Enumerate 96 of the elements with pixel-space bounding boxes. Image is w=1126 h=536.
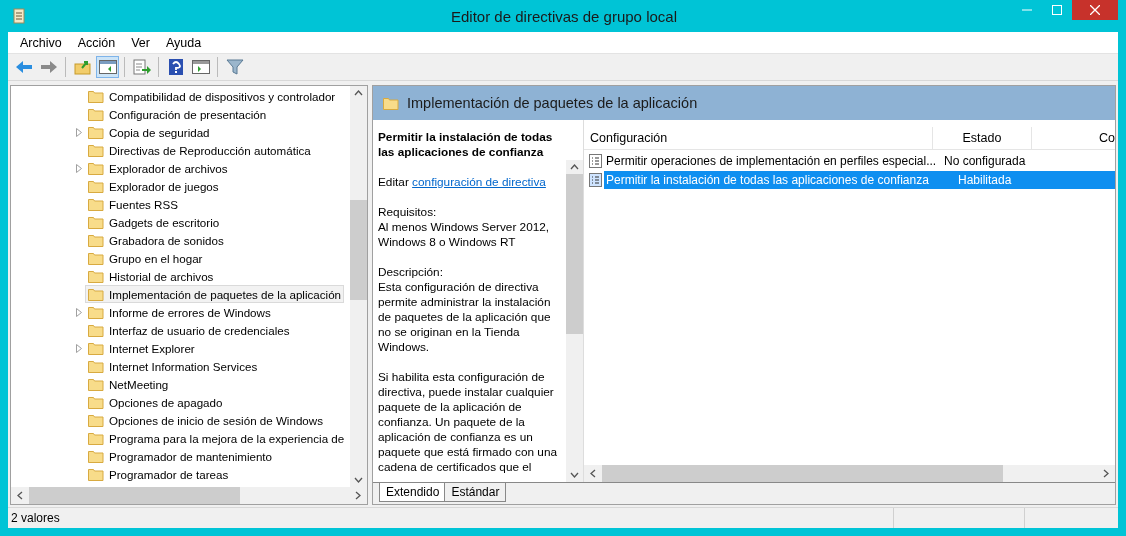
description-text: Si habilita esta configuración de directiva, puede instalar cualquier paquete de la aplicación de confianza. Un paquete de la aplicación de confianza es un paquete que está firmado con una cadena de certificados que el bbox=[378, 370, 559, 475]
tree-item[interactable]: Compatibilidad de dispositivos y controlador bbox=[85, 87, 339, 105]
scrollbar[interactable] bbox=[11, 487, 367, 504]
tree-item[interactable]: Directivas de Reproducción automática bbox=[85, 141, 314, 159]
folder-icon bbox=[88, 215, 104, 229]
app-icon bbox=[12, 8, 26, 24]
setting-name: Permitir la instalación de todas las aplicaciones de confianza bbox=[605, 172, 930, 187]
folder-icon bbox=[88, 287, 104, 301]
menu-item[interactable]: Archivo bbox=[12, 35, 70, 50]
close-button[interactable] bbox=[1072, 0, 1118, 20]
tree-item[interactable]: Programador de mantenimiento bbox=[85, 447, 276, 465]
policy-settings-link[interactable]: configuración de directiva bbox=[412, 175, 546, 189]
view-tab[interactable]: Estándar bbox=[444, 483, 507, 502]
scroll-right-icon bbox=[1103, 469, 1109, 478]
edit-text: Editar configuración de directiva bbox=[378, 175, 547, 190]
folder-icon bbox=[88, 89, 104, 103]
section-title: Implementación de paquetes de la aplicación bbox=[407, 95, 698, 111]
scroll-up-icon bbox=[570, 164, 579, 170]
menu-item[interactable]: Acción bbox=[69, 35, 124, 50]
folder-icon bbox=[88, 125, 104, 139]
description-text: Descripción: bbox=[378, 265, 444, 280]
folder-icon bbox=[88, 341, 104, 355]
expander-icon[interactable] bbox=[76, 127, 82, 137]
tree-item[interactable]: NetMeeting bbox=[85, 375, 172, 393]
tree-item[interactable]: Internet Explorer bbox=[85, 339, 198, 357]
export-button[interactable] bbox=[130, 56, 153, 78]
scroll-right-icon bbox=[355, 491, 361, 500]
tree-item[interactable]: Informe de errores de Windows bbox=[85, 303, 274, 321]
folder-icon bbox=[88, 161, 104, 175]
tree-item[interactable]: Configuración de presentación bbox=[85, 105, 270, 123]
view-tab[interactable]: Extendido bbox=[379, 483, 447, 502]
tree-item[interactable]: Fuentes RSS bbox=[85, 195, 181, 213]
expander-icon[interactable] bbox=[76, 343, 82, 353]
description-text: Al menos Windows Server 2012, bbox=[378, 220, 551, 235]
folder-icon bbox=[88, 431, 104, 445]
tree-item[interactable]: Opciones de inicio de sesión de Windows bbox=[85, 411, 326, 429]
expander-icon[interactable] bbox=[76, 307, 82, 317]
show-tree-button[interactable] bbox=[96, 56, 119, 78]
tree-item[interactable]: Explorador de juegos bbox=[85, 177, 222, 195]
column-header[interactable]: Estado bbox=[933, 127, 1032, 149]
tree-item[interactable]: Programa para la mejora de la experiencia de bbox=[85, 429, 348, 447]
scrollbar[interactable] bbox=[584, 465, 1115, 482]
scroll-left-icon bbox=[17, 491, 23, 500]
close-icon bbox=[1090, 5, 1100, 15]
tree-item[interactable]: Explorador de archivos bbox=[85, 159, 231, 177]
tree-item[interactable]: Copia de seguridad bbox=[85, 123, 213, 141]
folder-icon bbox=[88, 233, 104, 247]
tree-item[interactable]: Grupo en el hogar bbox=[85, 249, 206, 267]
folder-icon bbox=[383, 96, 399, 110]
table-row[interactable]: Permitir operaciones de implementación en perfiles especial... No configurada bbox=[604, 151, 1115, 170]
window-title: Editor de directivas de grupo local bbox=[450, 7, 678, 25]
folder-icon bbox=[88, 197, 104, 211]
scrollbar[interactable] bbox=[350, 86, 367, 487]
setting-name: Permitir operaciones de implementación en perfiles especial... bbox=[605, 153, 938, 168]
tree-item[interactable]: Historial de archivos bbox=[85, 267, 217, 285]
tree-item[interactable]: Programador de tareas bbox=[85, 465, 232, 483]
setting-icon bbox=[589, 153, 602, 168]
expander-icon[interactable] bbox=[76, 163, 82, 173]
tree-item[interactable]: Gadgets de escritorio bbox=[85, 213, 223, 231]
folder-icon bbox=[88, 395, 104, 409]
filter-button[interactable] bbox=[223, 56, 246, 78]
tree-item[interactable]: Internet Information Services bbox=[85, 357, 261, 375]
folder-icon bbox=[88, 305, 104, 319]
status-text: 2 valores bbox=[8, 508, 894, 528]
description-text: Windows 8 o Windows RT bbox=[378, 235, 517, 250]
folder-icon bbox=[88, 323, 104, 337]
tree-item[interactable]: Interfaz de usuario de credenciales bbox=[85, 321, 293, 339]
folder-icon bbox=[88, 179, 104, 193]
folder-icon bbox=[88, 107, 104, 121]
tree-item[interactable]: Opciones de apagado bbox=[85, 393, 226, 411]
folder-icon bbox=[88, 467, 104, 481]
column-header[interactable]: Configuración bbox=[584, 127, 933, 149]
maximize-icon bbox=[1052, 5, 1062, 15]
folder-icon bbox=[88, 413, 104, 427]
scroll-up-icon bbox=[354, 90, 363, 96]
setting-state: Habilitada bbox=[957, 172, 1013, 187]
scroll-left-icon bbox=[590, 469, 596, 478]
description-text: Esta configuración de directiva permite administrar la instalación de paquetes de la aplicación que no se originan en la Tienda Windows. bbox=[378, 280, 552, 355]
tree-item[interactable]: Grabadora de sonidos bbox=[85, 231, 227, 249]
column-header[interactable]: Co bbox=[1032, 127, 1115, 149]
description-text: Requisitos: bbox=[378, 205, 438, 220]
folder-icon bbox=[88, 269, 104, 283]
folder-icon bbox=[88, 449, 104, 463]
folder-icon bbox=[88, 359, 104, 373]
menu-item[interactable]: Ayuda bbox=[158, 35, 210, 50]
scroll-down-icon bbox=[570, 472, 579, 478]
setting-state: No configurada bbox=[943, 153, 1027, 168]
tree-item[interactable]: Implementación de paquetes de la aplicación bbox=[85, 285, 345, 303]
folder-icon bbox=[88, 377, 104, 391]
scrollbar[interactable] bbox=[566, 160, 583, 482]
scroll-down-icon bbox=[354, 477, 363, 483]
folder-icon bbox=[88, 143, 104, 157]
folder-icon bbox=[88, 251, 104, 265]
setting-icon bbox=[589, 172, 602, 187]
policy-title: Permitir la instalación de todas las aplicaciones de confianza bbox=[378, 130, 554, 160]
menu-item[interactable]: Ver bbox=[123, 35, 158, 50]
